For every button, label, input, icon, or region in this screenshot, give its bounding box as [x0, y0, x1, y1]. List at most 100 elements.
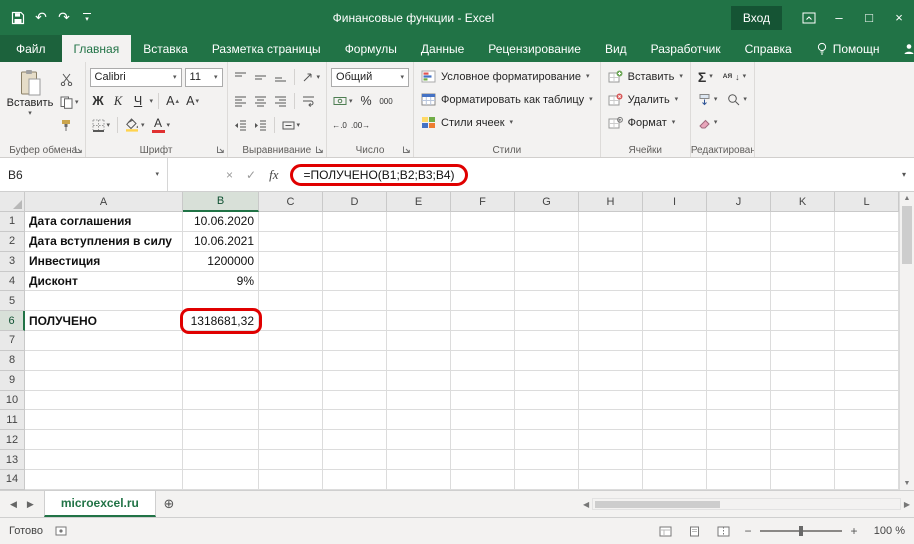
- cell-d3[interactable]: [323, 251, 387, 272]
- view-normal-button[interactable]: [655, 521, 675, 541]
- confirm-entry-button[interactable]: ✓: [246, 168, 256, 182]
- vertical-scroll-thumb[interactable]: [902, 206, 912, 264]
- cell-h10[interactable]: [579, 390, 643, 411]
- cell-c6[interactable]: [259, 311, 323, 332]
- decrease-font-size-button[interactable]: А ▾: [184, 91, 201, 111]
- cell-a3[interactable]: Инвестиция: [25, 251, 183, 272]
- cell-i6[interactable]: [643, 311, 707, 332]
- cell-a2[interactable]: Дата вступления в силу: [25, 231, 183, 252]
- row-header-4[interactable]: 4: [0, 271, 25, 292]
- cell-k4[interactable]: [771, 271, 835, 292]
- row-header-7[interactable]: 7: [0, 331, 25, 351]
- decrease-indent-button[interactable]: [232, 115, 249, 135]
- column-header-g[interactable]: G: [515, 192, 579, 212]
- tab-help[interactable]: Справка: [733, 35, 804, 62]
- row-header-2[interactable]: 2: [0, 231, 25, 252]
- sort-filter-button[interactable]: АЯ ↓ ▾: [723, 72, 746, 82]
- row-header-6[interactable]: 6: [0, 311, 25, 332]
- cell-d4[interactable]: [323, 271, 387, 292]
- tab-page-layout[interactable]: Разметка страницы: [200, 35, 333, 62]
- number-dialog-launcher-icon[interactable]: [402, 145, 411, 154]
- row-header-11[interactable]: 11: [0, 410, 25, 431]
- cut-button[interactable]: [58, 69, 81, 89]
- cell-k11[interactable]: [771, 410, 835, 431]
- cell-e2[interactable]: [387, 231, 451, 252]
- font-size-select[interactable]: 11 ▾: [184, 67, 223, 87]
- cell-d2[interactable]: [323, 231, 387, 252]
- zoom-slider-thumb[interactable]: [799, 526, 803, 536]
- macro-record-icon[interactable]: [55, 526, 67, 536]
- merge-center-button[interactable]: ▾: [280, 115, 303, 135]
- cell-g1[interactable]: [515, 212, 579, 232]
- cell-c12[interactable]: [259, 430, 323, 451]
- format-cells-button[interactable]: Формат ▾: [605, 112, 686, 133]
- customize-qat-icon[interactable]: ▾: [78, 7, 96, 29]
- align-middle-button[interactable]: [252, 67, 269, 87]
- cell-h7[interactable]: [579, 331, 643, 351]
- cell-j9[interactable]: [707, 370, 771, 391]
- column-header-i[interactable]: I: [643, 192, 707, 212]
- column-header-b[interactable]: B: [183, 192, 259, 212]
- format-as-table-button[interactable]: Форматировать как таблицу ▾: [418, 89, 596, 110]
- cell-i4[interactable]: [643, 271, 707, 292]
- cell-f14[interactable]: [451, 469, 515, 490]
- cell-a11[interactable]: [25, 410, 183, 431]
- clear-button[interactable]: ▾: [698, 117, 717, 129]
- row-header-12[interactable]: 12: [0, 430, 25, 451]
- cell-i7[interactable]: [643, 331, 707, 351]
- zoom-in-button[interactable]: +: [848, 524, 860, 538]
- expand-formula-bar-icon[interactable]: ▾: [902, 170, 914, 179]
- cell-c13[interactable]: [259, 450, 323, 470]
- cell-k14[interactable]: [771, 469, 835, 490]
- cell-i8[interactable]: [643, 350, 707, 371]
- minimize-button[interactable]: –: [824, 0, 854, 35]
- tab-insert[interactable]: Вставка: [131, 35, 200, 62]
- currency-format-button[interactable]: ▾: [331, 91, 355, 111]
- tab-review[interactable]: Рецензирование: [476, 35, 593, 62]
- cell-a5[interactable]: [25, 291, 183, 312]
- cell-g6[interactable]: [515, 311, 579, 332]
- cell-j10[interactable]: [707, 390, 771, 411]
- cell-d6[interactable]: [323, 311, 387, 332]
- row-header-13[interactable]: 13: [0, 450, 25, 470]
- cell-a6[interactable]: ПОЛУЧЕНО: [25, 311, 183, 332]
- cell-f9[interactable]: [451, 370, 515, 391]
- conditional-formatting-button[interactable]: Условное форматирование ▾: [418, 66, 596, 87]
- cell-g9[interactable]: [515, 370, 579, 391]
- wrap-text-button[interactable]: [300, 91, 317, 111]
- cell-a12[interactable]: [25, 430, 183, 451]
- cell-a1[interactable]: Дата соглашения: [25, 212, 183, 232]
- formula-input[interactable]: =ПОЛУЧЕНО(B1;B2;B3;B4): [290, 163, 902, 186]
- tab-view[interactable]: Вид: [593, 35, 639, 62]
- cell-l10[interactable]: [835, 390, 899, 411]
- cell-g4[interactable]: [515, 271, 579, 292]
- cell-c14[interactable]: [259, 469, 323, 490]
- view-page-layout-button[interactable]: [684, 521, 704, 541]
- cell-l9[interactable]: [835, 370, 899, 391]
- find-select-button[interactable]: ▾: [727, 93, 747, 106]
- autosum-button[interactable]: Σ ▾: [698, 70, 713, 84]
- cell-g10[interactable]: [515, 390, 579, 411]
- cell-f7[interactable]: [451, 331, 515, 351]
- insert-function-button[interactable]: fx: [269, 167, 278, 183]
- cell-j5[interactable]: [707, 291, 771, 312]
- cell-l8[interactable]: [835, 350, 899, 371]
- underline-caret-icon[interactable]: ▾: [150, 98, 154, 105]
- cell-g13[interactable]: [515, 450, 579, 470]
- alignment-dialog-launcher-icon[interactable]: [315, 145, 324, 154]
- row-header-14[interactable]: 14: [0, 469, 25, 490]
- cell-e9[interactable]: [387, 370, 451, 391]
- cell-k6[interactable]: [771, 311, 835, 332]
- fill-button[interactable]: ▾: [698, 93, 717, 106]
- cell-k2[interactable]: [771, 231, 835, 252]
- row-header-10[interactable]: 10: [0, 390, 25, 411]
- column-header-c[interactable]: C: [259, 192, 323, 212]
- cell-e4[interactable]: [387, 271, 451, 292]
- cell-k7[interactable]: [771, 331, 835, 351]
- cell-f10[interactable]: [451, 390, 515, 411]
- cell-a7[interactable]: [25, 331, 183, 351]
- vertical-scrollbar[interactable]: ▲ ▼: [899, 192, 914, 490]
- cell-e6[interactable]: [387, 311, 451, 332]
- tab-formulas[interactable]: Формулы: [333, 35, 409, 62]
- cell-g11[interactable]: [515, 410, 579, 431]
